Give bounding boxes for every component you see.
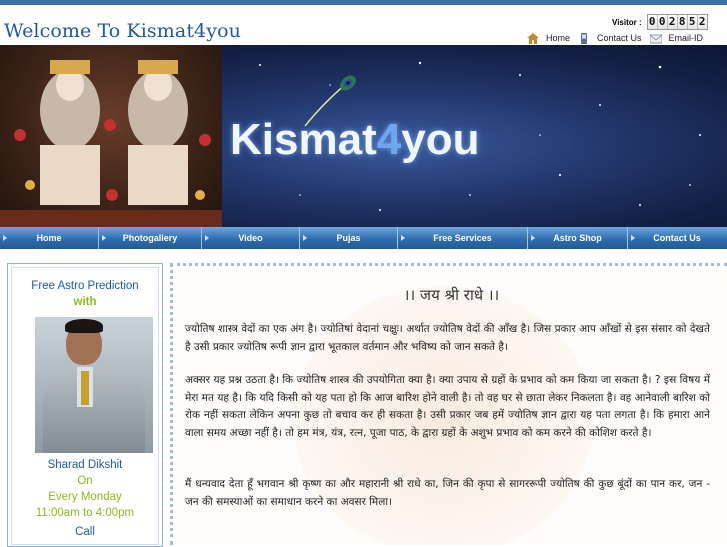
nav-pujas[interactable]: Pujas bbox=[300, 227, 398, 249]
nav-contact-us[interactable]: Contact Us bbox=[628, 227, 726, 249]
visitor-digit: 2 bbox=[697, 15, 707, 29]
photo-tie bbox=[81, 371, 89, 405]
nav-arrow-icon bbox=[205, 235, 209, 241]
nav-video[interactable]: Video bbox=[202, 227, 300, 249]
photo-body bbox=[43, 367, 145, 453]
visitor-digit: 0 bbox=[657, 15, 668, 29]
nav-arrow-icon bbox=[3, 235, 7, 241]
nav-home[interactable]: Home bbox=[0, 227, 99, 249]
visitor-digits: 0 0 2 8 5 2 bbox=[646, 14, 708, 30]
brand-four: 4 bbox=[376, 115, 402, 164]
panel-with: with bbox=[73, 296, 97, 308]
nav-free-services[interactable]: Free Services bbox=[398, 227, 528, 249]
visitor-label: Visitor : bbox=[612, 17, 642, 27]
schedule-time: 11:00am to 4:00pm bbox=[35, 507, 135, 519]
visitor-digit: 0 bbox=[647, 15, 658, 29]
home-link[interactable]: Home bbox=[527, 32, 571, 44]
visitor-digit: 2 bbox=[667, 15, 678, 29]
main-nav: Home Photogallery Video Pujas Free Servi… bbox=[0, 227, 727, 249]
main-content: ।। जय श्री राधे ।। ज्योतिष शास्त्र वेदों… bbox=[170, 263, 727, 545]
photo-hair bbox=[65, 319, 103, 333]
brand-k: K bbox=[230, 115, 262, 164]
astrologer-photo bbox=[35, 317, 153, 453]
home-link-label: Home bbox=[546, 33, 571, 43]
panel-title: Free Astro Prediction bbox=[31, 280, 139, 292]
contact-link[interactable]: Contact Us bbox=[578, 32, 642, 44]
brand-suffix: you bbox=[401, 115, 480, 164]
schedule-day: Every Monday bbox=[48, 491, 122, 503]
nav-arrow-icon bbox=[401, 235, 405, 241]
phone-icon bbox=[581, 32, 588, 44]
top-accent-bar bbox=[0, 0, 727, 5]
mail-icon bbox=[649, 34, 662, 43]
top-links: Home Contact Us Email-ID bbox=[527, 31, 711, 45]
header-banner: Kismat4you bbox=[0, 45, 727, 227]
content-heading: ।। जय श्री राधे ।। bbox=[403, 286, 500, 304]
visitor-digit: 8 bbox=[677, 15, 688, 29]
brand-logo: Kismat4you bbox=[230, 115, 479, 165]
email-link-label: Email-ID bbox=[668, 33, 704, 43]
nav-photogallery[interactable]: Photogallery bbox=[99, 227, 202, 249]
astrologer-name: Sharad Dikshit bbox=[47, 459, 123, 471]
nav-arrow-icon bbox=[531, 235, 535, 241]
nav-arrow-icon bbox=[303, 235, 307, 241]
brand-prefix: ismat bbox=[261, 115, 377, 164]
site-title: Welcome To Kismat4you bbox=[4, 20, 241, 42]
nav-arrow-icon bbox=[102, 235, 106, 241]
email-link[interactable]: Email-ID bbox=[649, 33, 704, 44]
thanks-paragraph: मैं धन्यवाद देता हूँ भगवान श्री कृष्ण का… bbox=[185, 478, 710, 508]
deity-illustration bbox=[0, 60, 222, 227]
visitor-digit: 5 bbox=[687, 15, 698, 29]
nav-astro-shop[interactable]: Astro Shop bbox=[528, 227, 628, 249]
intro-paragraph: ज्योतिष शास्त्र वेदों का एक अंग है। ज्यो… bbox=[185, 323, 710, 353]
call-label: Call bbox=[75, 526, 95, 538]
astro-prediction-panel: Free Astro Prediction with Sharad Dikshi… bbox=[7, 263, 163, 547]
nav-arrow-icon bbox=[631, 235, 635, 241]
schedule-on: On bbox=[77, 475, 93, 487]
deity-image bbox=[0, 45, 222, 227]
home-icon bbox=[527, 32, 539, 44]
contact-link-label: Contact Us bbox=[597, 33, 642, 43]
usefulness-paragraph: अक्सर यह प्रश्न उठता है। कि ज्योतिष शास्… bbox=[185, 374, 710, 439]
visitor-counter: Visitor : 0 0 2 8 5 2 bbox=[612, 14, 708, 30]
